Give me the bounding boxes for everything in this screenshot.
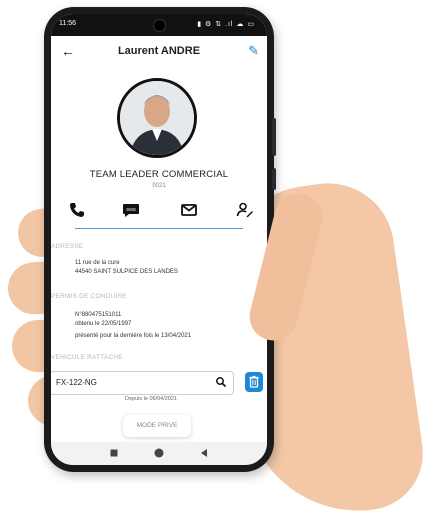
address-line2: 44540 SAINT SULPICE DES LANDES (75, 269, 178, 275)
phone-screen: 11:56 ▮ ⚙ ⇅ .ıl ☁ ▭ ← Laurent ANDRE ✎ TE… (51, 14, 267, 465)
employee-code: 0021 (152, 183, 166, 189)
recent-apps-icon[interactable] (109, 447, 119, 459)
app-bar: ← Laurent ANDRE ✎ (51, 40, 267, 64)
sms-icon[interactable]: SMS (121, 200, 141, 220)
delete-vehicle-button[interactable] (245, 372, 263, 392)
phone-icon[interactable] (67, 200, 87, 220)
search-icon[interactable] (215, 375, 227, 389)
status-time: 11:56 (59, 20, 76, 27)
power-button (272, 168, 276, 190)
trash-icon (249, 375, 259, 388)
private-mode-button[interactable]: MODE PRIVE (123, 415, 191, 437)
volume-button (272, 118, 276, 156)
contact-actions: SMS (51, 200, 267, 220)
status-bar: 11:56 ▮ ⚙ ⇅ .ıl ☁ ▭ (51, 14, 267, 36)
license-number: N°880475151011 (75, 312, 122, 318)
license-obtained: obtenu le 22/05/1997 (75, 321, 132, 327)
profile-photo (120, 81, 194, 155)
back-nav-icon[interactable] (199, 447, 209, 459)
avatar (117, 78, 197, 158)
license-presented: présenté pour la dernière fois le 13/04/… (75, 333, 192, 339)
status-icons: ▮ ⚙ ⇅ .ıl ☁ ▭ (197, 21, 255, 28)
license-label: PERMIS DE CONDUIRE (51, 293, 127, 300)
role-title: TEAM LEADER COMMERCIAL (89, 169, 229, 180)
android-nav-bar (51, 442, 267, 465)
actions-divider (75, 228, 243, 229)
front-camera (153, 19, 166, 32)
pencil-icon[interactable]: ✎ (248, 43, 259, 59)
vehicle-since: Depuis le 06/04/2021 (125, 396, 177, 402)
vehicle-plate: FX-122-NG (56, 378, 97, 387)
vehicle-field[interactable]: FX-122-NG (51, 371, 234, 395)
home-icon[interactable] (153, 447, 165, 459)
sms-label: SMS (126, 207, 136, 212)
page-title: Laurent ANDRE (117, 45, 201, 57)
address-label: ADRESSE (51, 243, 84, 250)
user-edit-icon[interactable] (235, 200, 255, 220)
mail-icon[interactable] (179, 200, 199, 220)
address-line1: 11 rue de la cure (75, 260, 120, 266)
vehicle-label: VEHICULE RATTACHE (51, 354, 123, 361)
